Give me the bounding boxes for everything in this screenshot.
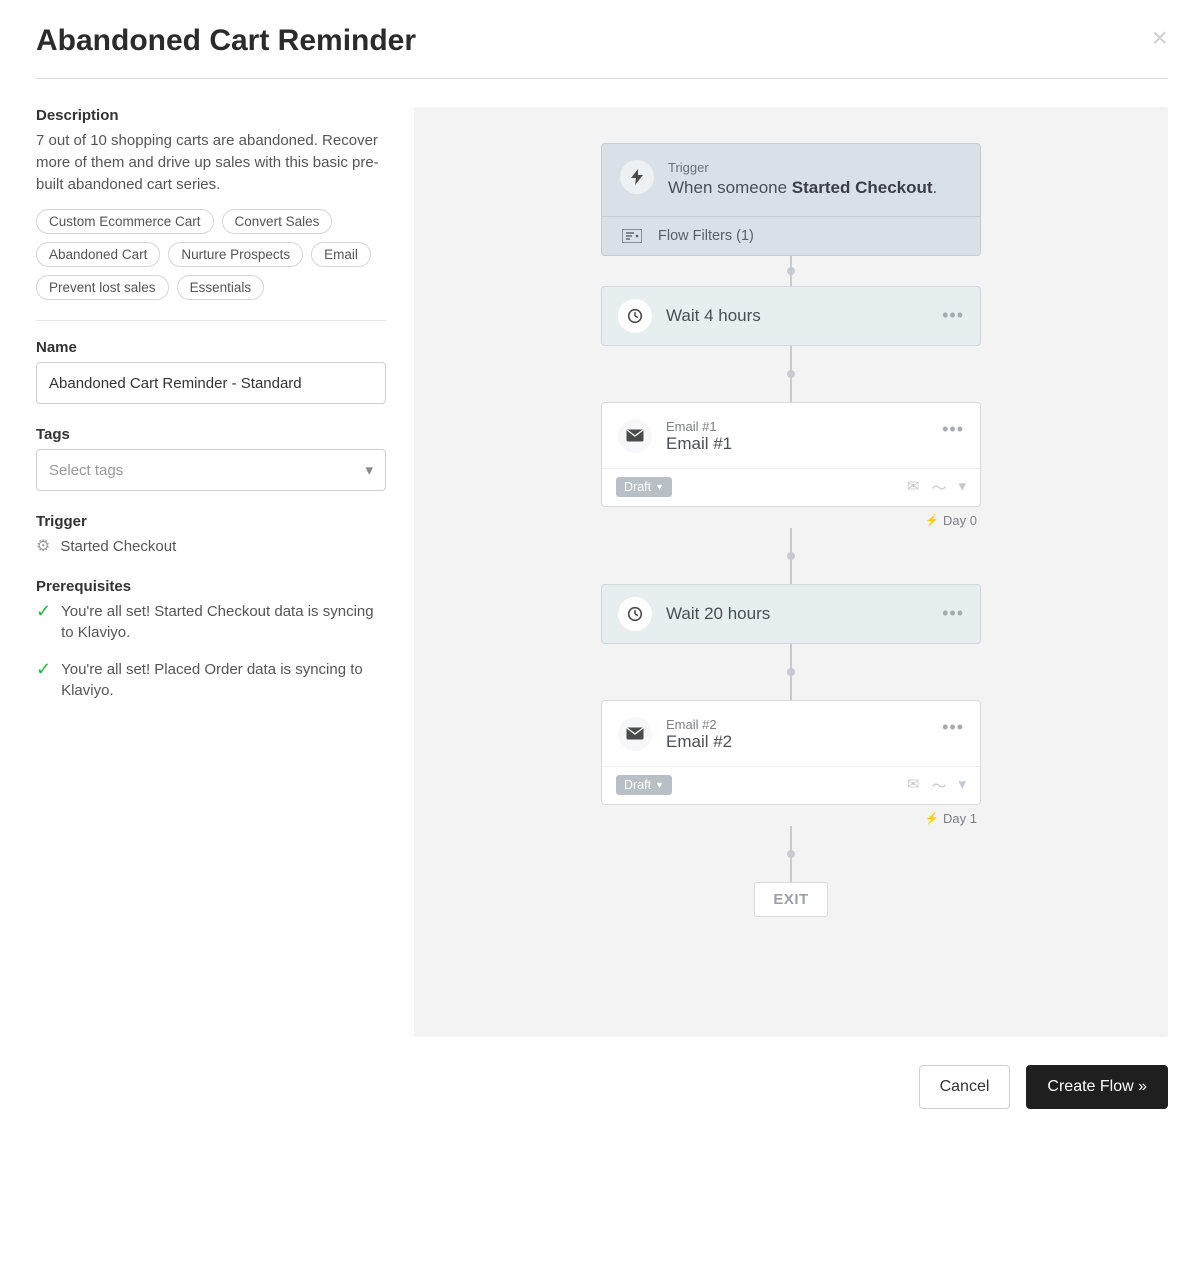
day-badge: ⚡Day 1 <box>601 805 981 826</box>
prerequisite-text: You're all set! Started Checkout data is… <box>61 601 386 643</box>
create-flow-button[interactable]: Create Flow » <box>1026 1065 1168 1109</box>
more-icon[interactable]: ••• <box>942 717 964 738</box>
trigger-node[interactable]: Trigger When someone Started Checkout. F… <box>601 143 981 256</box>
flow-filters-text: Flow Filters (1) <box>658 228 754 244</box>
email-node[interactable]: Email #1 Email #1 ••• Draft▼ ✉ 〜 ▾ <box>601 402 981 507</box>
trigger-node-text: When someone Started Checkout. <box>668 177 937 200</box>
wait-text: Wait 4 hours <box>666 306 928 326</box>
connector <box>790 256 792 286</box>
email-badge: Email #1 <box>666 419 732 434</box>
filter-funnel-icon[interactable]: ▾ <box>958 477 966 498</box>
mail-outline-icon[interactable]: ✉ <box>907 477 920 498</box>
mail-icon <box>618 717 652 751</box>
description-text: 7 out of 10 shopping carts are abandoned… <box>36 130 386 195</box>
tag-chip[interactable]: Email <box>311 242 371 267</box>
chevron-down-icon: ▾ <box>365 461 373 479</box>
description-label: Description <box>36 107 386 124</box>
trigger-node-label: Trigger <box>668 160 937 175</box>
status-pill[interactable]: Draft▼ <box>616 775 672 795</box>
tags-placeholder: Select tags <box>49 462 123 479</box>
connector <box>790 528 792 584</box>
analytics-icon[interactable]: 〜 <box>931 477 946 498</box>
tag-chip[interactable]: Essentials <box>177 275 265 300</box>
chevron-down-icon: ▼ <box>655 482 664 492</box>
gear-icon: ⚙ <box>36 536 50 556</box>
name-label: Name <box>36 339 386 356</box>
filter-funnel-icon[interactable]: ▾ <box>958 775 966 796</box>
cancel-button[interactable]: Cancel <box>919 1065 1011 1109</box>
email-node[interactable]: Email #2 Email #2 ••• Draft▼ ✉ 〜 ▾ <box>601 700 981 805</box>
tag-chip[interactable]: Convert Sales <box>222 209 333 234</box>
more-icon[interactable]: ••• <box>942 603 964 624</box>
tags-label: Tags <box>36 426 386 443</box>
connector <box>790 346 792 402</box>
trigger-value: Started Checkout <box>60 538 176 555</box>
tags-select[interactable]: Select tags ▾ <box>36 449 386 491</box>
analytics-icon[interactable]: 〜 <box>931 775 946 796</box>
email-title: Email #2 <box>666 732 732 752</box>
modal-title: Abandoned Cart Reminder <box>36 24 416 58</box>
flow-canvas: Trigger When someone Started Checkout. F… <box>414 107 1168 1037</box>
email-title: Email #1 <box>666 434 732 454</box>
check-icon: ✓ <box>36 659 51 681</box>
connector <box>790 644 792 700</box>
check-icon: ✓ <box>36 601 51 623</box>
close-icon[interactable]: × <box>1152 24 1168 52</box>
wait-text: Wait 20 hours <box>666 604 928 624</box>
wait-node[interactable]: Wait 4 hours ••• <box>601 286 981 346</box>
header-divider <box>36 78 1168 79</box>
tag-chip[interactable]: Abandoned Cart <box>36 242 160 267</box>
flow-name-input[interactable] <box>36 362 386 404</box>
mail-icon <box>618 419 652 453</box>
tag-chip[interactable]: Prevent lost sales <box>36 275 169 300</box>
connector <box>790 826 792 882</box>
trigger-label: Trigger <box>36 513 386 530</box>
prerequisite-text: You're all set! Placed Order data is syn… <box>61 659 386 701</box>
chevron-down-icon: ▼ <box>655 780 664 790</box>
filter-icon <box>620 227 644 245</box>
exit-node[interactable]: EXIT <box>754 882 827 917</box>
tag-chips: Custom Ecommerce Cart Convert Sales Aban… <box>36 209 386 300</box>
day-badge: ⚡Day 0 <box>601 507 981 528</box>
clock-icon <box>618 299 652 333</box>
more-icon[interactable]: ••• <box>942 305 964 326</box>
bolt-icon <box>620 160 654 194</box>
tag-chip[interactable]: Nurture Prospects <box>168 242 303 267</box>
tag-chip[interactable]: Custom Ecommerce Cart <box>36 209 214 234</box>
prerequisites-label: Prerequisites <box>36 578 386 595</box>
status-pill[interactable]: Draft▼ <box>616 477 672 497</box>
wait-node[interactable]: Wait 20 hours ••• <box>601 584 981 644</box>
more-icon[interactable]: ••• <box>942 419 964 440</box>
flow-filters-row[interactable]: Flow Filters (1) <box>602 216 980 255</box>
clock-icon <box>618 597 652 631</box>
email-badge: Email #2 <box>666 717 732 732</box>
mail-outline-icon[interactable]: ✉ <box>907 775 920 796</box>
